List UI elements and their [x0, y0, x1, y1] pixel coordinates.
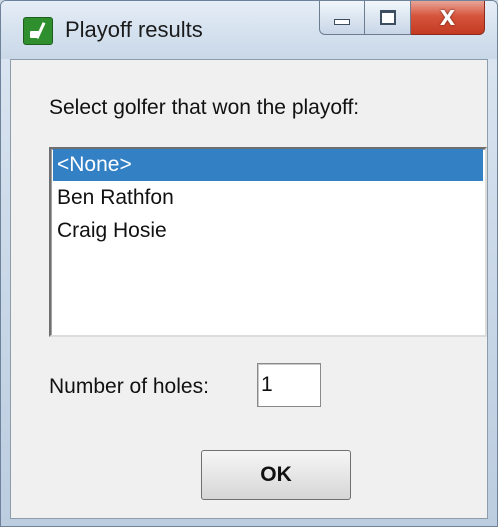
playoff-results-window: Playoff results X Select golfer that won…	[0, 0, 498, 527]
golfer-prompt-label: Select golfer that won the playoff:	[49, 96, 360, 119]
dialog-client-area: Select golfer that won the playoff: <Non…	[10, 59, 488, 519]
number-of-holes-input[interactable]	[257, 363, 321, 407]
maximize-button[interactable]	[365, 1, 411, 35]
golfer-listbox[interactable]: <None> Ben Rathfon Craig Hosie	[49, 147, 487, 337]
maximize-icon	[379, 10, 396, 25]
golf-app-icon	[23, 17, 53, 45]
close-icon: X	[439, 5, 456, 30]
close-button[interactable]: X	[411, 1, 485, 35]
minimize-icon	[334, 18, 350, 25]
window-controls: X	[319, 1, 485, 35]
ok-button[interactable]: OK	[201, 450, 351, 500]
title-bar[interactable]: Playoff results X	[1, 1, 497, 59]
window-title: Playoff results	[65, 17, 203, 42]
number-of-holes-label: Number of holes:	[49, 375, 209, 398]
golfer-list-item-none[interactable]: <None>	[53, 149, 483, 181]
minimize-button[interactable]	[319, 1, 365, 35]
golfer-list-item-ben-rathfon[interactable]: Ben Rathfon	[53, 182, 483, 214]
golfer-list-item-craig-hosie[interactable]: Craig Hosie	[53, 215, 483, 247]
